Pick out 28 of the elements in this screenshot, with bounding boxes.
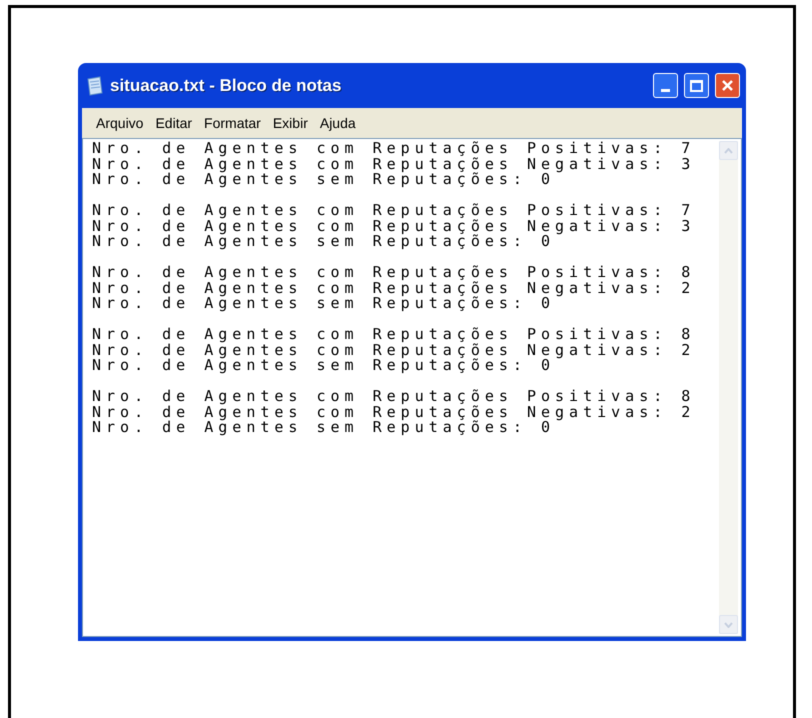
minimize-button[interactable] xyxy=(653,73,678,98)
text-line: Nro. de Agentes com Reputações Negativas: 2 xyxy=(92,404,696,420)
text-line: Nro. de Agentes com Reputações Positivas: 8 xyxy=(92,389,696,404)
text-line: Nro. de Agentes sem Reputações: 0 xyxy=(92,234,556,250)
minimize-icon xyxy=(661,89,670,92)
text-line: Nro. de Agentes com Reputações Positivas: 8 xyxy=(92,265,696,280)
menu-item[interactable]: Editar xyxy=(155,112,192,134)
text-line: Nro. de Agentes com Reputações Positivas: 7 xyxy=(92,203,696,218)
text-line: Nro. de Agentes com Reputações Negativas: 3 xyxy=(92,218,696,234)
text-line: Nro. de Agentes sem Reputações: 0 xyxy=(92,296,556,312)
text-line: Nro. de Agentes sem Reputações: 0 xyxy=(92,420,556,436)
text-line: Nro. de Agentes sem Reputações: 0 xyxy=(92,358,556,374)
text-line: Nro. de Agentes com Reputações Negativas: 2 xyxy=(92,342,696,358)
close-icon xyxy=(721,79,734,92)
maximize-button[interactable] xyxy=(684,73,709,98)
menu-item[interactable]: Exibir xyxy=(272,112,308,134)
menu-item[interactable]: Arquivo xyxy=(96,112,144,134)
text-line: Nro. de Agentes sem Reputações: 0 xyxy=(92,172,556,188)
text-line: Nro. de Agentes com Reputações Positivas: 7 xyxy=(92,141,696,156)
close-button[interactable] xyxy=(715,73,740,98)
maximize-icon xyxy=(690,80,703,92)
text-line: Nro. de Agentes com Reputações Negativas: 2 xyxy=(92,280,696,296)
text-line: Nro. de Agentes com Reputações Negativas: 3 xyxy=(92,156,696,172)
menu-item[interactable]: Ajuda xyxy=(320,112,356,134)
window-title: situacao.txt - Bloco de notas xyxy=(110,74,342,97)
text-line: Nro. de Agentes com Reputações Positivas: 8 xyxy=(92,327,696,342)
notepad-icon xyxy=(86,76,104,96)
menu-item[interactable]: Formatar xyxy=(204,112,261,134)
